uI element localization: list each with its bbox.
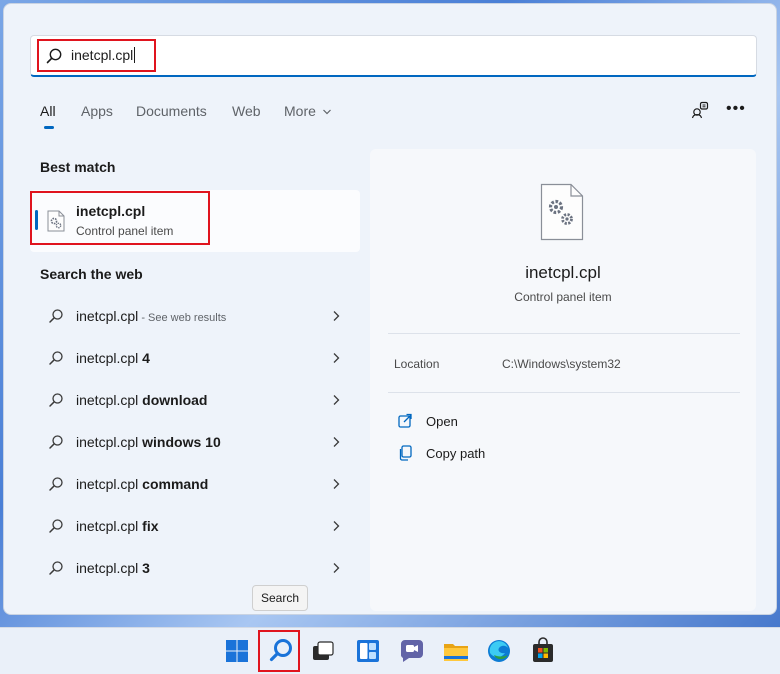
divider (388, 333, 740, 334)
chevron-right-icon (333, 353, 340, 363)
store-icon[interactable] (528, 636, 558, 666)
web-result-text: inetcpl.cpl windows 10 (76, 434, 221, 450)
copy-path-label: Copy path (426, 446, 486, 461)
web-result-row[interactable]: inetcpl.cpl fix (30, 505, 360, 547)
web-result-text: inetcpl.cpl 3 (76, 560, 150, 576)
search-icon (49, 309, 63, 323)
chevron-right-icon (333, 395, 340, 405)
detail-pane: inetcpl.cpl Control panel item Location … (370, 149, 756, 611)
start-icon[interactable] (222, 636, 252, 666)
chevron-right-icon (333, 437, 340, 447)
tab-more[interactable]: More (284, 103, 316, 119)
location-label: Location (394, 357, 440, 371)
chat-icon[interactable] (397, 636, 427, 666)
tab-all[interactable]: All (40, 103, 56, 119)
widgets-icon[interactable] (353, 636, 383, 666)
control-panel-file-icon (540, 183, 584, 241)
tab-web[interactable]: Web (232, 103, 261, 119)
active-tab-indicator (44, 126, 54, 129)
search-icon (49, 477, 63, 491)
chevron-right-icon (333, 479, 340, 489)
web-result-row[interactable]: inetcpl.cpl windows 10 (30, 421, 360, 463)
chevron-right-icon (333, 563, 340, 573)
web-result-text: inetcpl.cpl 4 (76, 350, 150, 366)
best-match-highlight-box (30, 191, 210, 245)
web-result-row[interactable]: inetcpl.cpl 3 (30, 547, 360, 589)
search-the-web-heading: Search the web (40, 266, 143, 282)
search-icon (49, 351, 63, 365)
tab-apps[interactable]: Apps (81, 103, 113, 119)
web-result-row[interactable]: inetcpl.cpl command (30, 463, 360, 505)
open-external-icon (398, 413, 412, 428)
search-highlight-box (37, 39, 156, 72)
taskbar (0, 627, 780, 674)
best-match-result[interactable]: inetcpl.cpl Control panel item (30, 190, 360, 252)
chevron-right-icon (333, 521, 340, 531)
edge-icon[interactable] (484, 636, 514, 666)
taskbar-search-highlight-box (258, 630, 300, 672)
detail-title: inetcpl.cpl (525, 263, 601, 282)
detail-subtitle: Control panel item (514, 290, 612, 304)
chevron-down-icon[interactable] (322, 105, 332, 119)
search-panel: inetcpl.cpl All Apps Documents Web More … (3, 3, 777, 615)
tab-documents[interactable]: Documents (136, 103, 207, 119)
web-result-text: inetcpl.cpl - See web results (76, 308, 227, 324)
web-result-row[interactable]: inetcpl.cpl download (30, 379, 360, 421)
location-value: C:\Windows\system32 (502, 357, 621, 371)
file-explorer-icon[interactable] (441, 636, 471, 666)
web-result-text: inetcpl.cpl download (76, 392, 208, 408)
task-view-icon[interactable] (308, 636, 338, 666)
web-result-row[interactable]: inetcpl.cpl - See web results (30, 295, 360, 337)
chevron-right-icon (333, 311, 340, 321)
search-tooltip: Search (252, 585, 308, 611)
search-icon (49, 519, 63, 533)
copy-icon (399, 445, 412, 461)
web-result-text: inetcpl.cpl command (76, 476, 209, 492)
more-options-icon[interactable]: ••• (726, 100, 746, 118)
search-icon (49, 393, 63, 407)
web-result-text: inetcpl.cpl fix (76, 518, 159, 534)
open-label: Open (426, 414, 458, 429)
search-icon (49, 561, 63, 575)
search-box[interactable]: inetcpl.cpl (30, 35, 757, 77)
best-match-heading: Best match (40, 159, 116, 175)
search-icon (49, 435, 63, 449)
divider (388, 392, 740, 393)
web-result-row[interactable]: inetcpl.cpl 4 (30, 337, 360, 379)
accounts-icon[interactable] (691, 101, 709, 119)
